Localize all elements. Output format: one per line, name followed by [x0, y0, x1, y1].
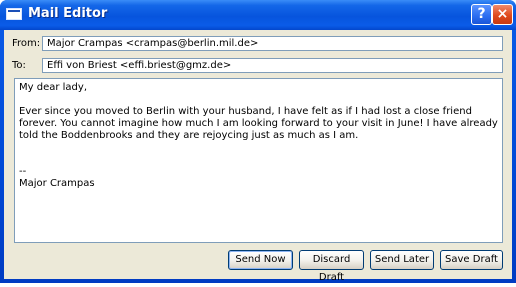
signature-separator: --	[19, 166, 27, 177]
window-title: Mail Editor	[28, 6, 108, 21]
mail-editor-window: Mail Editor ? × From: Major Crampas <cra…	[0, 0, 516, 283]
to-field[interactable]: Effi von Briest <effi.briest@gmz.de>	[42, 58, 503, 73]
message-body[interactable]: My dear lady, Ever since you moved to Be…	[14, 78, 503, 243]
discard-draft-button[interactable]: Discard Draft	[299, 250, 364, 283]
from-label: From:	[12, 38, 41, 49]
send-now-button[interactable]: Send Now	[228, 250, 293, 270]
mail-window-icon	[6, 8, 22, 20]
help-button[interactable]: ?	[471, 4, 492, 25]
message-paragraph: Ever since you moved to Berlin with your…	[19, 106, 498, 141]
editor-panel: From: Major Crampas <crampas@berlin.mil.…	[4, 30, 512, 283]
message-greeting: My dear lady,	[19, 82, 87, 93]
title-bar[interactable]: Mail Editor ? ×	[0, 0, 516, 30]
to-label: To:	[12, 60, 26, 71]
from-field[interactable]: Major Crampas <crampas@berlin.mil.de>	[42, 36, 503, 51]
signature-name: Major Crampas	[19, 178, 95, 189]
save-draft-button[interactable]: Save Draft	[440, 250, 503, 270]
send-later-button[interactable]: Send Later	[370, 250, 434, 270]
close-button[interactable]: ×	[492, 4, 513, 25]
